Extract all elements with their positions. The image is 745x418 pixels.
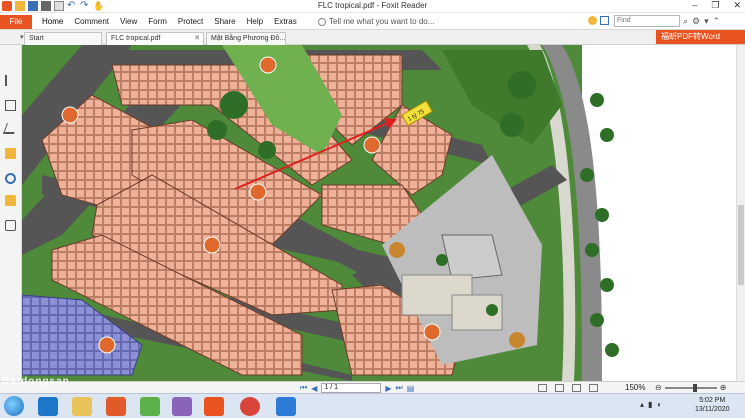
menu-share[interactable]: Share (214, 17, 244, 26)
tab-label: FLC tropical.pdf (111, 35, 161, 42)
settings-icon[interactable]: ⚙ (692, 16, 700, 27)
file-menu-button[interactable]: File (0, 15, 32, 29)
tab-scroll-icon[interactable]: ▾ (20, 33, 24, 41)
document-tab-bar: Start FLC tropical.pdf ✕ Mặt Bằng Phương… (0, 30, 745, 45)
clubhouse-building (441, 234, 503, 281)
start-button[interactable] (4, 396, 24, 416)
ribbon-collapse-icon[interactable]: ⌃ (713, 16, 721, 27)
ornamental-tree (389, 242, 405, 258)
maximize-button[interactable]: ❐ (711, 0, 719, 11)
tab-mat-bang[interactable]: Mặt Bằng Phương Đô... (206, 32, 286, 45)
volume-icon[interactable]: ◖ (656, 400, 661, 409)
menu-tabs: Home Comment View Form Protect Share Hel… (42, 17, 308, 26)
foxit-icon[interactable] (204, 397, 224, 416)
status-bar: ⏮ ◀ 1 / 1 ▶ ⏭ ▤ 150% ⊖ ⊕ (0, 381, 745, 393)
close-button[interactable]: ✕ (733, 0, 741, 11)
signature-icon[interactable] (5, 220, 16, 231)
document-viewport[interactable]: 1 tỷ 75 (22, 45, 736, 381)
page-options-icon[interactable]: ▤ (407, 384, 415, 393)
next-page-icon[interactable]: ▶ (385, 384, 391, 393)
tab-label: Mặt Bằng Phương Đô... (211, 35, 286, 42)
network-icon[interactable]: ▮ (648, 400, 652, 409)
page-navigation: ⏮ ◀ 1 / 1 ▶ ⏭ ▤ (300, 383, 414, 393)
single-page-icon[interactable] (538, 384, 547, 392)
ribbon-status-icons (588, 16, 609, 25)
watermark: Batdongsan (2, 376, 70, 387)
tab-flc-tropical[interactable]: FLC tropical.pdf ✕ (106, 32, 204, 45)
zoom-track[interactable] (664, 383, 717, 392)
menu-protect[interactable]: Protect (178, 17, 212, 26)
zoom-slider[interactable]: ⊖ ⊕ (655, 383, 726, 392)
taskbar-clock[interactable]: 5:02 PM 13/11/2020 (695, 396, 730, 414)
vertical-scrollbar[interactable] (736, 45, 745, 381)
close-icon[interactable]: ✕ (194, 34, 200, 42)
system-tray: ▴ ▮ ◖ (640, 400, 661, 409)
zalo-icon[interactable] (276, 397, 296, 416)
window-controls: – ❐ ✕ (692, 0, 741, 11)
find-input[interactable]: Find (614, 15, 680, 27)
continuous-facing-icon[interactable] (589, 384, 598, 392)
chrome-icon[interactable] (240, 397, 260, 416)
attachment-icon[interactable] (2, 170, 19, 187)
dropdown-icon[interactable]: ▾ (704, 16, 709, 27)
first-page-icon[interactable]: ⏮ (300, 383, 307, 393)
zoom-knob[interactable] (692, 383, 697, 392)
ornamental-tree (509, 332, 525, 348)
lock-icon[interactable] (5, 195, 16, 206)
clock-date: 13/11/2020 (695, 406, 730, 413)
tab-label: Start (29, 35, 44, 42)
menu-comment[interactable]: Comment (74, 17, 118, 26)
page-number-input[interactable]: 1 / 1 (321, 383, 382, 393)
windows-taskbar: ▴ ▮ ◖ 5:02 PM 13/11/2020 (0, 393, 745, 418)
menu-view[interactable]: View (120, 17, 146, 26)
explorer-icon[interactable] (72, 397, 92, 416)
last-page-icon[interactable]: ⏭ (396, 383, 403, 393)
window-icon[interactable] (600, 16, 609, 25)
tell-me-text: Tell me what you want to do... (329, 17, 435, 26)
media-player-icon[interactable] (106, 397, 126, 416)
app-icon[interactable] (140, 397, 160, 416)
tell-me-search[interactable]: Tell me what you want to do... (318, 17, 434, 26)
prev-page-icon[interactable]: ◀ (311, 384, 317, 393)
lightbulb-icon (318, 17, 326, 26)
clock-time: 5:02 PM (699, 397, 726, 404)
viber-icon[interactable] (172, 397, 192, 416)
skin-icon[interactable] (588, 16, 597, 25)
site-plan-map: 1 tỷ 75 (22, 45, 736, 381)
title-bar: ↶ ↷ ✋ FLC tropical.pdf - Foxit Reader – … (0, 0, 745, 13)
cursor-icon[interactable] (5, 75, 16, 86)
view-mode-icons (538, 384, 598, 392)
minimize-button[interactable]: – (692, 0, 697, 11)
tab-start[interactable]: Start (24, 32, 102, 45)
layers-icon[interactable] (2, 123, 19, 134)
facing-page-icon[interactable] (572, 384, 581, 392)
promo-banner[interactable]: 福昕PDF转Word (656, 30, 745, 44)
menu-help[interactable]: Help (247, 17, 272, 26)
menu-form[interactable]: Form (148, 17, 176, 26)
menu-extras[interactable]: Extras (274, 17, 306, 26)
pages-icon[interactable] (5, 100, 16, 111)
menu-home[interactable]: Home (42, 17, 72, 26)
zoom-in-icon[interactable]: ⊕ (720, 383, 727, 392)
comment-icon[interactable] (5, 148, 16, 159)
search-icon[interactable]: ⌕ (683, 16, 688, 27)
continuous-page-icon[interactable] (555, 384, 564, 392)
scroll-thumb[interactable] (738, 205, 744, 285)
left-sidebar-tools (0, 45, 22, 381)
tray-expand-icon[interactable]: ▴ (640, 400, 644, 409)
ribbon-menu: File Home Comment View Form Protect Shar… (0, 13, 745, 30)
ie-icon[interactable] (38, 397, 58, 416)
find-tools: ⌕ ⚙ ▾ ⌃ (683, 16, 720, 27)
window-title: FLC tropical.pdf - Foxit Reader (317, 1, 428, 10)
zoom-level[interactable]: 150% (625, 383, 645, 392)
zoom-out-icon[interactable]: ⊖ (655, 383, 662, 392)
